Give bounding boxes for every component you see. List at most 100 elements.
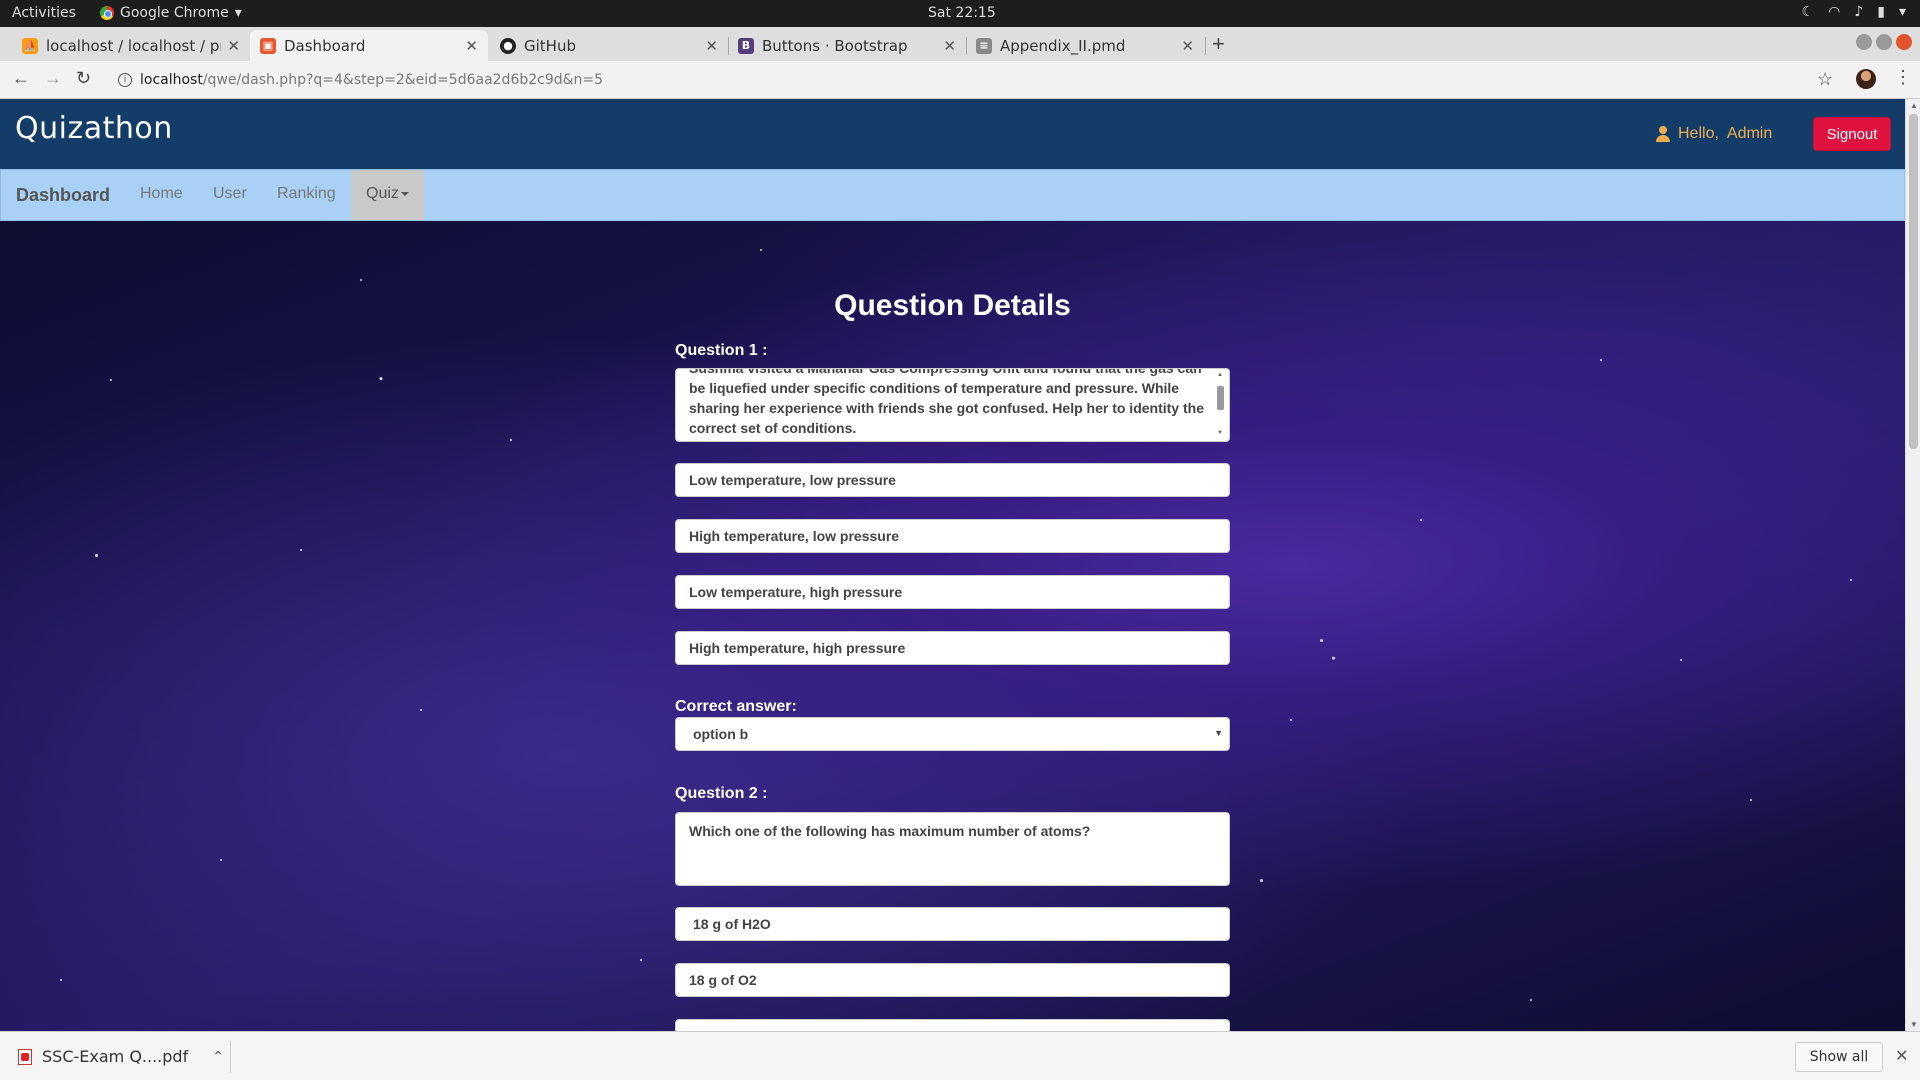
browser-toolbar: ← → ↻ i localhost/qwe/dash.php?q=4&step=… [0, 61, 1920, 99]
volume-icon: ♪ [1854, 4, 1864, 20]
download-filename: SSC-Exam Q....pdf [42, 1047, 189, 1066]
question-2-text: Which one of the following has maximum n… [689, 823, 1091, 839]
bootstrap-icon: B [738, 37, 754, 54]
back-icon[interactable]: ← [12, 68, 30, 89]
shelf-divider [230, 1041, 231, 1073]
close-icon[interactable]: ✕ [705, 37, 718, 55]
dashboard-favicon: ▣ [260, 37, 276, 54]
tab-bootstrap[interactable]: B Buttons · Bootstrap ✕ [728, 30, 966, 61]
nav-quiz-label: Quiz [366, 185, 399, 202]
tab-label: GitHub [524, 36, 576, 55]
clock[interactable]: Sat 22:15 [928, 5, 996, 21]
activities-button[interactable]: Activities [12, 5, 76, 21]
textarea-scrollbar[interactable]: ▲ ▼ [1216, 372, 1225, 436]
tab-phpmyadmin[interactable]: ⛵ localhost / localhost / pro ✕ [12, 30, 250, 61]
maximize-button[interactable] [1876, 34, 1892, 50]
question-1-text-body: be liquefied under specific conditions o… [689, 380, 1204, 436]
scroll-up-icon: ▲ [1217, 372, 1223, 378]
tab-strip: ⛵ localhost / localhost / pro ✕ ▣ Dashbo… [0, 27, 1920, 61]
tab-label: Dashboard [284, 36, 366, 55]
tab-label: Appendix_II.pmd [1000, 36, 1126, 55]
wifi-icon: ◠ [1828, 4, 1841, 20]
question-1-text: Sushma visited a Mahanar Gas Compressing… [689, 368, 1204, 438]
new-tab-button[interactable]: + [1212, 31, 1225, 57]
close-window-button[interactable] [1896, 34, 1912, 50]
user-greeting: Hello, Admin [1656, 125, 1772, 143]
nav-ranking[interactable]: Ranking [277, 185, 336, 203]
github-icon: ● [500, 37, 516, 54]
close-icon[interactable]: ✕ [1181, 37, 1194, 55]
question-1-option-c[interactable]: Low temperature, high pressure [675, 575, 1230, 609]
tab-appendix[interactable]: ≡ Appendix_II.pmd ✕ [966, 30, 1204, 61]
correct-answer-select[interactable]: option b ▼ [675, 717, 1230, 751]
tab-label: localhost / localhost / pro [46, 36, 222, 55]
chevron-up-icon[interactable]: ⌃ [212, 1049, 224, 1065]
minimize-button[interactable] [1856, 34, 1872, 50]
pdf-icon [18, 1048, 32, 1065]
download-shelf: SSC-Exam Q....pdf ⌃ Show all ✕ [0, 1031, 1920, 1080]
caret-down-icon [400, 191, 409, 196]
scroll-down-icon: ▼ [1217, 430, 1223, 436]
question-2-option-b[interactable]: 18 g of O2 [675, 963, 1230, 997]
os-top-bar: Activities Google Chrome ▾ Sat 22:15 ☾ ◠… [0, 0, 1920, 27]
address-bar[interactable]: i localhost/qwe/dash.php?q=4&step=2&eid=… [110, 66, 1810, 94]
hello-text: Hello, [1678, 125, 1719, 142]
app-menu[interactable]: Google Chrome ▾ [100, 5, 242, 21]
correct-answer-value: option b [693, 726, 749, 742]
question-2-label: Question 2 : [675, 785, 768, 802]
forward-icon[interactable]: → [44, 68, 62, 89]
page-scroll-thumb[interactable] [1909, 114, 1918, 449]
page-title: Question Details [834, 289, 1071, 322]
download-item[interactable]: SSC-Exam Q....pdf ⌃ [18, 1047, 224, 1066]
reload-icon[interactable]: ↻ [76, 68, 91, 89]
close-icon[interactable]: ✕ [227, 37, 240, 55]
signout-button[interactable]: Signout [1813, 117, 1891, 151]
close-icon[interactable]: ✕ [943, 37, 956, 55]
question-1-textarea[interactable]: Sushma visited a Mahanar Gas Compressing… [675, 368, 1230, 442]
bookmark-star-icon[interactable]: ☆ [1817, 69, 1833, 90]
url-path: /qwe/dash.php?q=4&step=2&eid=5d6aa2d6b2c… [202, 72, 604, 88]
starfield-background [0, 99, 1905, 1031]
url-host: localhost [140, 72, 203, 88]
window-controls [1856, 34, 1912, 50]
main-navbar: Dashboard Home User Ranking Quiz [0, 169, 1905, 221]
username[interactable]: Admin [1727, 125, 1772, 143]
site-logo[interactable]: Quizathon [15, 111, 173, 146]
question-2-textarea[interactable]: Which one of the following has maximum n… [675, 812, 1230, 886]
scroll-thumb[interactable] [1217, 386, 1224, 410]
tab-divider [1205, 37, 1206, 55]
select-arrow-icon: ▼ [1214, 728, 1223, 738]
question-1-option-a[interactable]: Low temperature, low pressure [675, 463, 1230, 497]
battery-icon: ▮ [1877, 4, 1885, 20]
site-header: Quizathon Hello, Admin Signout [0, 99, 1905, 169]
nav-brand-dashboard[interactable]: Dashboard [16, 185, 110, 206]
tab-dashboard[interactable]: ▣ Dashboard ✕ [250, 30, 488, 61]
system-tray[interactable]: ☾ ◠ ♪ ▮ ▾ [1802, 4, 1906, 20]
document-icon: ≡ [976, 37, 992, 54]
app-name: Google Chrome [120, 5, 229, 21]
scroll-down-icon[interactable]: ▼ [1910, 1020, 1918, 1029]
correct-answer-label: Correct answer: [675, 698, 797, 715]
nav-quiz-dropdown[interactable]: Quiz [351, 170, 424, 220]
close-icon[interactable]: ✕ [465, 37, 478, 55]
question-2-option-a[interactable]: 18 g of H2O [675, 907, 1230, 941]
question-1-option-b[interactable]: High temperature, low pressure [675, 519, 1230, 553]
site-info-icon[interactable]: i [118, 73, 132, 87]
question-2-option-c[interactable] [675, 1019, 1230, 1031]
question-1-label: Question 1 : [675, 342, 768, 359]
page-scrollbar[interactable]: ▲ ▼ [1905, 99, 1920, 1031]
close-icon[interactable]: ✕ [1895, 1046, 1908, 1066]
page-viewport: Quizathon Hello, Admin Signout Dashboard… [0, 99, 1905, 1031]
chrome-icon [100, 6, 114, 20]
show-all-button[interactable]: Show all [1795, 1042, 1883, 1072]
chrome-menu-icon[interactable]: ⋮ [1894, 67, 1912, 88]
scroll-up-icon[interactable]: ▲ [1910, 101, 1918, 110]
question-1-text-top: Sushma visited a Mahanar Gas Compressing… [689, 368, 1202, 376]
question-1-option-d[interactable]: High temperature, high pressure [675, 631, 1230, 665]
tab-github[interactable]: ● GitHub ✕ [490, 30, 728, 61]
profile-avatar[interactable] [1856, 69, 1876, 89]
nav-user[interactable]: User [213, 185, 247, 203]
nav-home[interactable]: Home [140, 185, 183, 203]
night-light-icon: ☾ [1801, 4, 1815, 20]
chevron-down-icon: ▾ [234, 5, 242, 21]
